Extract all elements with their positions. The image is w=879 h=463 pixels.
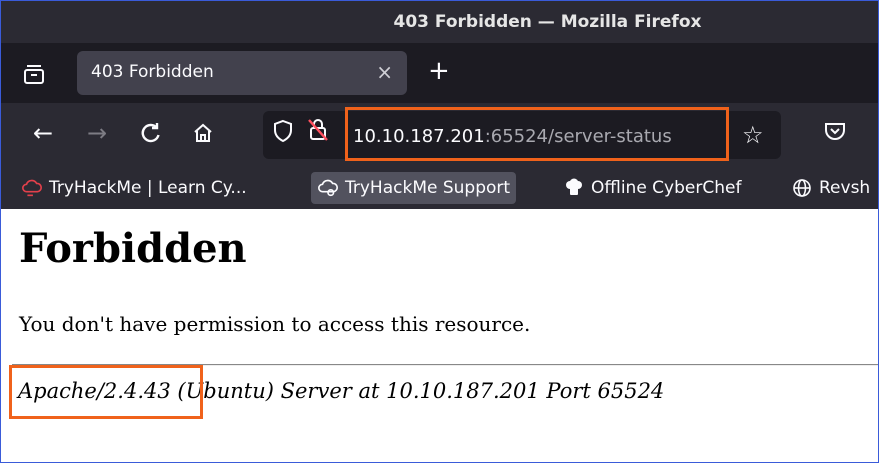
bookmark-tryhackme[interactable]: TryHackMe | Learn Cy... <box>21 172 247 204</box>
window-title: 403 Forbidden — Mozilla Firefox <box>393 12 702 32</box>
pocket-icon[interactable] <box>823 121 847 147</box>
bookmark-label: Revsh <box>819 178 871 198</box>
chef-hat-icon <box>563 177 585 199</box>
url-highlight-box <box>345 107 729 161</box>
navigation-bar: ← → 10.10.187.201:65524/server-status ☆ <box>1 103 878 167</box>
page-content: Forbidden You don't have permission to a… <box>1 209 878 462</box>
error-message: You don't have permission to access this… <box>19 312 531 336</box>
back-button[interactable]: ← <box>27 117 59 149</box>
support-cloud-icon <box>317 177 339 199</box>
browser-window: 403 Forbidden — Mozilla Firefox 403 Forb… <box>0 0 879 463</box>
bookmarks-toolbar: TryHackMe | Learn Cy... TryHackMe Suppor… <box>1 167 878 209</box>
bookmark-revsh[interactable]: Revsh <box>791 172 870 204</box>
tracking-protection-shield-icon[interactable] <box>273 119 293 147</box>
tab-title: 403 Forbidden <box>91 62 214 82</box>
forward-button[interactable]: → <box>81 117 113 149</box>
tab-active[interactable]: 403 Forbidden × <box>77 51 407 95</box>
reload-button[interactable] <box>135 117 167 149</box>
tab-manager-icon[interactable] <box>21 61 47 87</box>
bookmark-label: TryHackMe | Learn Cy... <box>49 178 247 198</box>
close-icon[interactable]: × <box>376 60 393 84</box>
page-heading: Forbidden <box>19 225 247 272</box>
tryhackme-cloud-icon <box>21 177 43 199</box>
server-details: (Ubuntu) Server at 10.10.187.201 Port 65… <box>170 379 665 403</box>
bookmark-label: Offline CyberChef <box>591 178 742 198</box>
globe-icon <box>791 177 813 199</box>
title-bar: 403 Forbidden — Mozilla Firefox <box>1 1 878 43</box>
home-button[interactable] <box>187 117 219 149</box>
insecure-lock-icon[interactable] <box>306 117 330 147</box>
bookmark-tryhackme-support[interactable]: TryHackMe Support <box>311 172 517 204</box>
tab-bar: 403 Forbidden × + <box>1 43 878 103</box>
bookmark-label: TryHackMe Support <box>345 178 511 198</box>
server-version-highlight-box <box>9 365 203 419</box>
new-tab-button[interactable]: + <box>428 56 450 86</box>
bookmark-offline-cyberchef[interactable]: Offline CyberChef <box>563 172 741 204</box>
bookmark-star-icon[interactable]: ☆ <box>742 121 764 149</box>
